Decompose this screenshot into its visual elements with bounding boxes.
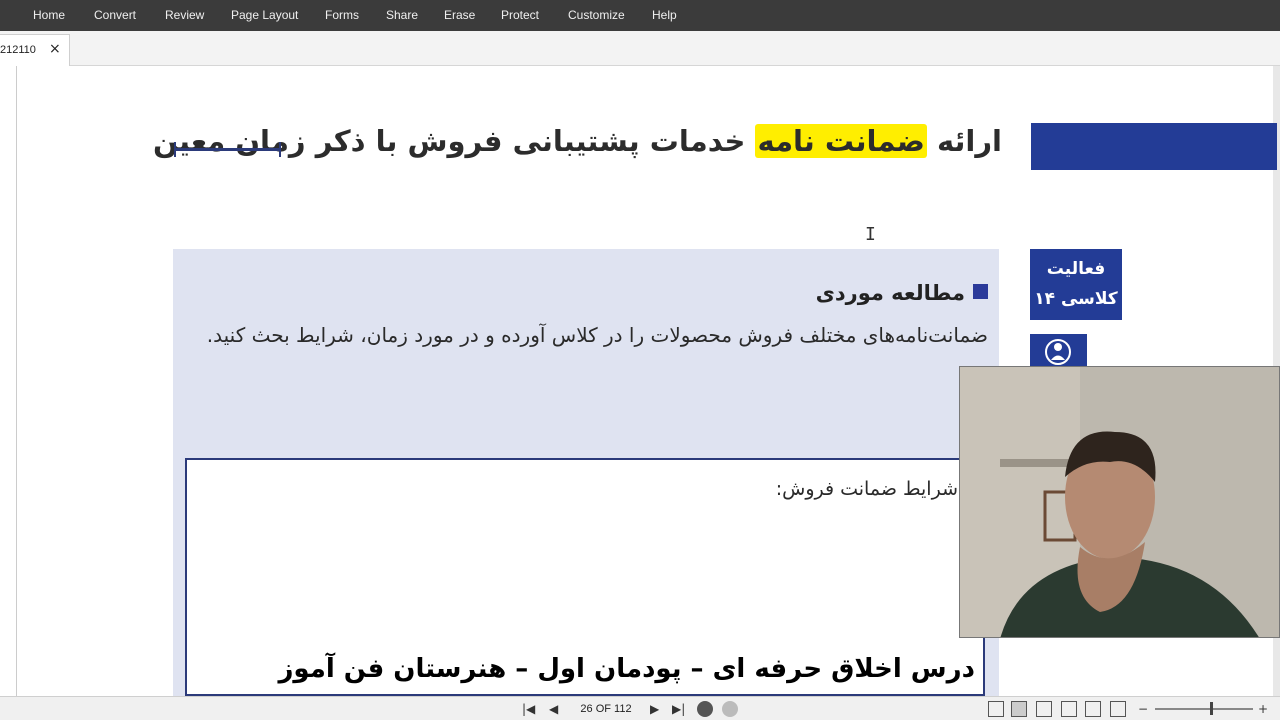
webcam-overlay (959, 366, 1280, 638)
grid-view-icon[interactable] (1061, 701, 1077, 717)
activity-line-2: کلاسی ۱۴ (1034, 289, 1118, 309)
page-indicator[interactable]: 26 OF 112 (573, 700, 639, 718)
fit-page-icon[interactable] (1110, 701, 1126, 717)
menu-protect[interactable]: Protect (501, 0, 539, 31)
continuous-view-icon[interactable] (1011, 701, 1027, 717)
activity-line-1: فعالیت (1046, 259, 1106, 279)
menu-erase[interactable]: Erase (444, 0, 475, 31)
zoom-slider[interactable] (1155, 708, 1253, 710)
warranty-conditions-label: شرایط ضمانت فروش: (775, 478, 958, 500)
two-page-view-icon[interactable] (1036, 701, 1052, 717)
menu-help[interactable]: Help (652, 0, 677, 31)
square-bullet-icon (973, 284, 988, 299)
document-tab-label: 212110 (0, 44, 36, 56)
last-page-icon[interactable]: ▶| (672, 700, 685, 718)
group-icon (1030, 334, 1087, 368)
first-page-icon[interactable]: |◀ (522, 700, 535, 718)
zoom-slider-thumb[interactable] (1210, 702, 1213, 715)
menu-bar: Home Convert Review Page Layout Forms Sh… (0, 0, 1280, 31)
header-blue-band (1031, 123, 1277, 170)
single-page-view-icon[interactable] (988, 701, 1004, 717)
page-edge (16, 66, 17, 696)
menu-home[interactable]: Home (33, 0, 65, 31)
menu-convert[interactable]: Convert (94, 0, 136, 31)
menu-customize[interactable]: Customize (568, 0, 625, 31)
back-view-icon[interactable] (697, 701, 713, 717)
title-part-1: ارائه (926, 124, 1002, 158)
text-cursor-icon: I (865, 224, 876, 245)
case-study-heading-text: مطالعه موردی (815, 281, 965, 305)
forward-view-icon[interactable] (722, 701, 738, 717)
case-study-text: ضمانت‌نامه‌های مختلف فروش محصولات را در … (206, 323, 988, 347)
video-caption: درس اخلاق حرفه ای – پودمان اول – هنرستان… (278, 654, 975, 684)
page-title: ارائه ضمانت نامه خدمات پشتیبانی فروش با … (153, 124, 1002, 158)
menu-share[interactable]: Share (386, 0, 418, 31)
case-study-heading: مطالعه موردی (600, 281, 988, 305)
zoom-out-icon[interactable]: − (1138, 700, 1148, 718)
document-tab[interactable]: 212110 × (0, 34, 70, 66)
title-decoration-line (174, 142, 281, 157)
menu-forms[interactable]: Forms (325, 0, 359, 31)
next-page-icon[interactable]: ▶ (650, 700, 659, 718)
fit-width-icon[interactable] (1085, 701, 1101, 717)
menu-page-layout[interactable]: Page Layout (231, 0, 298, 31)
title-highlight: ضمانت نامه (755, 124, 927, 158)
close-icon[interactable]: × (49, 41, 61, 57)
tab-bar: 212110 × (0, 31, 1280, 66)
title-part-2: خدمات پشتیبانی فروش با ذکر زمان معین (152, 124, 756, 158)
menu-review[interactable]: Review (165, 0, 204, 31)
activity-badge: فعالیت کلاسی ۱۴ (1030, 249, 1122, 320)
zoom-in-icon[interactable]: + (1258, 700, 1268, 718)
status-bar: |◀ ◀ 26 OF 112 ▶ ▶| − + (0, 696, 1280, 720)
prev-page-icon[interactable]: ◀ (549, 700, 558, 718)
